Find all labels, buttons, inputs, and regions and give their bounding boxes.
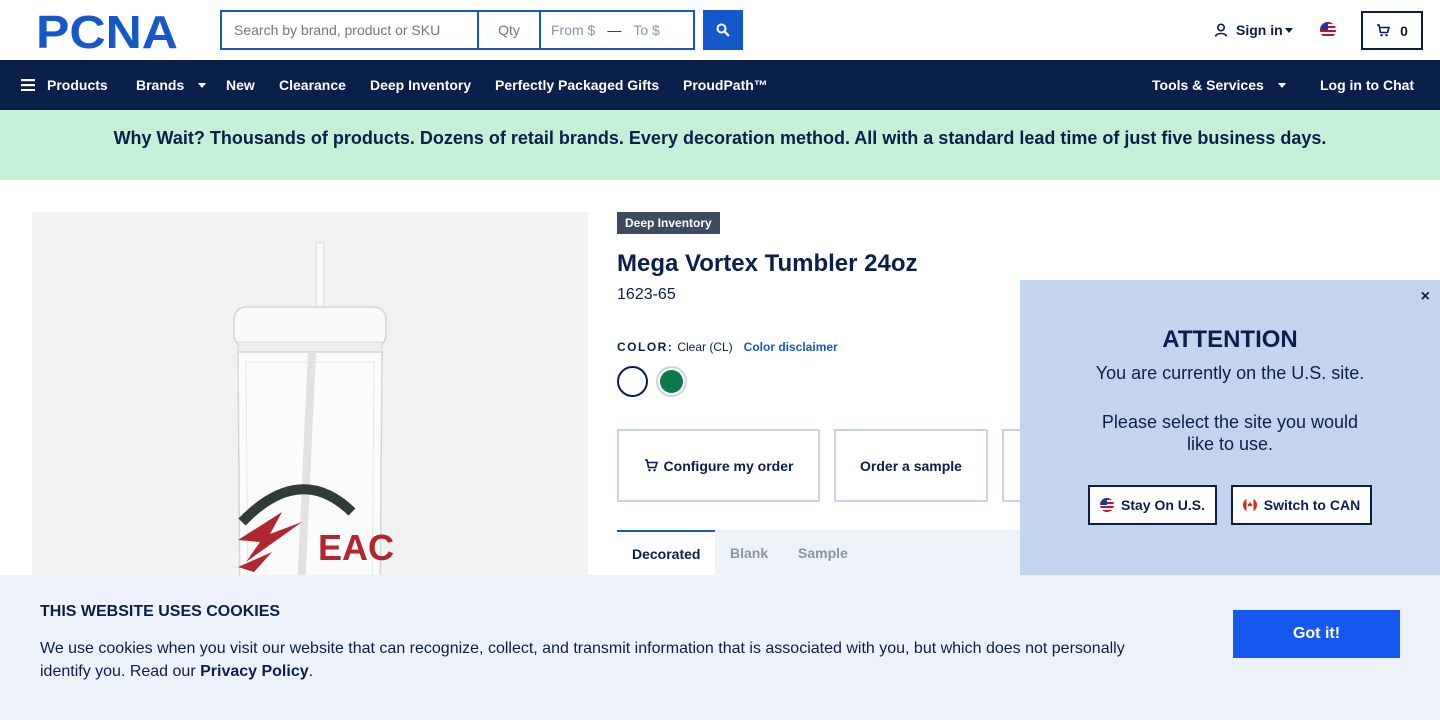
color-value: Clear (CL) (677, 340, 733, 354)
tab-blank[interactable]: Blank (730, 530, 768, 575)
nav-gifts-label: Perfectly Packaged Gifts (495, 77, 660, 93)
nav-products-label: Products (47, 77, 108, 93)
color-label: COLOR: (617, 340, 674, 354)
search-button[interactable] (703, 10, 743, 50)
nav-deep-inventory[interactable]: Deep Inventory (370, 60, 471, 110)
nav-new-label: New (226, 77, 255, 93)
price-dash: — (607, 22, 622, 38)
cookie-title: THIS WEBSITE USES COOKIES (40, 603, 281, 620)
nav-chat-label: Log in to Chat (1320, 77, 1415, 93)
qty-input[interactable] (478, 10, 540, 50)
stay-us-button[interactable]: Stay On U.S. (1088, 485, 1217, 525)
order-sample-button[interactable]: Order a sample (834, 429, 988, 502)
pcna-logo[interactable]: PCNA (36, 12, 184, 50)
swatch-clear[interactable] (617, 366, 648, 397)
color-row: COLOR: Clear (CL) Color disclaimer (617, 340, 838, 354)
search-icon (716, 23, 730, 37)
modal-line-2: Please select the site you would (1101, 412, 1359, 432)
nav-proudpath[interactable]: ProudPath™ (683, 60, 768, 110)
switch-can-button[interactable]: Switch to CAN (1231, 485, 1372, 525)
price-from[interactable]: From $ (551, 22, 595, 38)
nav-tools-label: Tools & Services (1152, 77, 1264, 93)
cookie-banner: THIS WEBSITE USES COOKIES We use cookies… (0, 575, 1440, 720)
cart-icon (644, 459, 658, 472)
color-disclaimer-link[interactable]: Color disclaimer (744, 340, 838, 354)
sign-in-button[interactable]: Sign in (1214, 22, 1293, 38)
us-flag-icon (1099, 498, 1114, 512)
tab-sample[interactable]: Sample (798, 530, 848, 575)
logo-text: PCNA (36, 12, 178, 50)
price-to[interactable]: To $ (633, 22, 659, 38)
stay-us-label: Stay On U.S. (1120, 497, 1206, 513)
deep-inventory-badge: Deep Inventory (617, 212, 720, 234)
nav-proudpath-label: ProudPath™ (683, 77, 768, 93)
modal-line-3: like to use. (1186, 434, 1274, 454)
product-title: Mega Vortex Tumbler 24oz (617, 250, 918, 277)
modal-heading: ATTENTION (1162, 326, 1298, 353)
tumbler-illustration: EAC (233, 241, 394, 612)
nav-clearance-label: Clearance (279, 77, 346, 93)
site-selector-modal: × ATTENTION You are currently on the U.S… (1020, 280, 1440, 575)
switch-can-label: Switch to CAN (1263, 497, 1361, 513)
promo-text: Why Wait? Thousands of products. Dozens … (113, 127, 1327, 148)
chevron-down-icon (1284, 27, 1293, 33)
cookie-text: We use cookies when you visit our websit… (40, 637, 1160, 683)
nav-log-in-to-chat[interactable]: Log in to Chat (1320, 60, 1414, 110)
nav-brands[interactable]: Brands (136, 60, 207, 110)
configure-order-button[interactable]: Configure my order (617, 429, 820, 502)
nav-new[interactable]: New (226, 60, 255, 110)
close-icon[interactable]: × (1421, 288, 1430, 306)
sign-in-label: Sign in (1236, 22, 1283, 38)
product-image[interactable]: EAC (32, 212, 588, 612)
chevron-down-icon (1277, 82, 1286, 88)
product-image-logo-text: EAC (318, 527, 394, 568)
promo-banner: Why Wait? Thousands of products. Dozens … (0, 110, 1440, 180)
cart-button[interactable]: 0 (1361, 11, 1423, 50)
price-range[interactable]: From $ — To $ (540, 10, 695, 50)
menu-icon (21, 79, 35, 91)
nav-brands-label: Brands (136, 77, 185, 93)
top-header: PCNA From $ — To $ Sign in (0, 0, 1440, 60)
order-sample-label: Order a sample (860, 457, 962, 474)
privacy-policy-link[interactable]: Privacy Policy (200, 663, 309, 680)
nav-perfectly-packaged-gifts[interactable]: Perfectly Packaged Gifts (495, 60, 659, 110)
product-sku: 1623-65 (617, 286, 676, 303)
cookie-accept-button[interactable]: Got it! (1233, 610, 1400, 658)
tab-decorated[interactable]: Decorated (617, 530, 716, 575)
chevron-down-icon (198, 82, 207, 88)
us-flag-icon[interactable] (1320, 22, 1336, 38)
canada-flag-icon (1242, 498, 1257, 512)
configure-order-label: Configure my order (663, 457, 794, 474)
swatch-green[interactable] (656, 366, 687, 397)
nav-products[interactable]: Products (21, 60, 108, 110)
nav-clearance[interactable]: Clearance (279, 60, 346, 110)
nav-tools-services[interactable]: Tools & Services (1152, 60, 1286, 110)
search-group: From $ — To $ (220, 10, 743, 50)
cart-icon (1377, 24, 1391, 37)
main-nav: Products Brands New Clearance Deep Inven… (0, 60, 1440, 110)
user-icon (1214, 23, 1228, 37)
search-input[interactable] (220, 10, 478, 50)
swatch-green-dot (660, 370, 683, 393)
cookie-text-end: . (308, 663, 314, 680)
nav-deep-inventory-label: Deep Inventory (370, 77, 472, 93)
modal-line-1: You are currently on the U.S. site. (1095, 363, 1365, 383)
cart-count: 0 (1400, 22, 1408, 39)
